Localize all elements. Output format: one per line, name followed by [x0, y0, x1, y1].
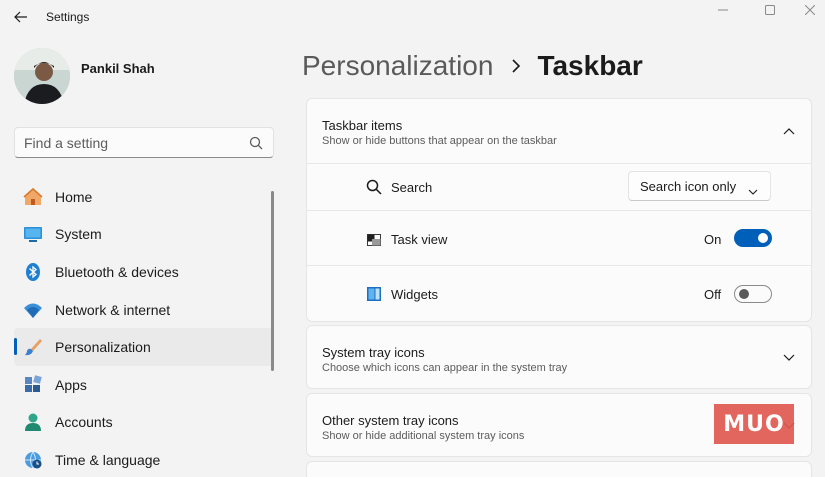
sidebar-item-home[interactable]: Home	[14, 178, 274, 216]
breadcrumb: Personalization Taskbar	[302, 46, 643, 86]
minimize-icon	[718, 9, 728, 11]
task-view-state: On	[704, 232, 722, 247]
sidebar-item-label: Home	[55, 188, 93, 205]
close-button[interactable]	[790, 0, 825, 20]
sidebar-item-label: Accounts	[55, 414, 113, 431]
search-setting-label: Search	[391, 180, 433, 195]
wifi-icon	[23, 300, 43, 320]
widgets-icon	[365, 285, 383, 303]
avatar[interactable]	[14, 48, 70, 104]
sidebar-item-bluetooth[interactable]: Bluetooth & devices	[14, 253, 274, 291]
chevron-up-icon	[783, 125, 795, 137]
task-view-icon	[365, 231, 383, 249]
sidebar-item-accounts[interactable]: Accounts	[14, 404, 274, 442]
search-icon	[365, 178, 383, 196]
divider	[307, 163, 811, 164]
sidebar-item-system[interactable]: System	[14, 216, 274, 254]
task-view-label: Task view	[391, 232, 448, 247]
section-title: Other system tray icons	[322, 413, 459, 428]
section-title: System tray icons	[322, 345, 425, 360]
search-field[interactable]	[14, 127, 274, 158]
app-title: Settings	[46, 10, 90, 24]
search-icon[interactable]	[249, 136, 263, 150]
back-arrow-icon	[14, 11, 27, 23]
widgets-state: Off	[704, 287, 722, 302]
divider	[307, 210, 811, 211]
breadcrumb-parent[interactable]: Personalization	[302, 50, 493, 82]
toggle-knob	[739, 289, 749, 299]
chevron-right-icon	[511, 59, 521, 73]
section-description: Show or hide additional system tray icon…	[322, 430, 525, 442]
muo-watermark: MUO	[714, 404, 794, 444]
section-title: Taskbar items	[322, 118, 403, 133]
sidebar-item-apps[interactable]: Apps	[14, 366, 274, 404]
user-name: Pankil Shah	[81, 61, 155, 76]
system-tray-card[interactable]: System tray icons Choose which icons can…	[306, 325, 812, 389]
globe-clock-icon	[23, 450, 43, 470]
widgets-toggle[interactable]	[734, 285, 772, 303]
bluetooth-icon	[23, 262, 43, 282]
task-view-toggle[interactable]	[734, 229, 772, 247]
taskbar-items-card: Taskbar items Show or hide buttons that …	[306, 98, 812, 322]
chevron-down-icon	[783, 352, 795, 364]
close-icon	[805, 5, 815, 15]
section-description: Show or hide buttons that appear on the …	[322, 135, 557, 147]
sidebar-item-label: Time & language	[55, 451, 161, 468]
divider	[307, 265, 811, 266]
system-icon	[23, 224, 43, 244]
watermark-text: MUO	[723, 411, 785, 437]
toggle-knob	[758, 233, 768, 243]
next-section-card[interactable]	[306, 461, 812, 477]
sidebar-item-label: Bluetooth & devices	[55, 263, 179, 280]
sidebar-item-label: Network & internet	[55, 301, 171, 318]
page-title: Taskbar	[537, 50, 643, 81]
back-button[interactable]	[10, 6, 32, 28]
title-bar: Settings	[0, 0, 825, 34]
maximize-icon	[765, 5, 775, 15]
minimize-button[interactable]	[703, 0, 743, 20]
account-icon	[23, 412, 43, 432]
section-description: Choose which icons can appear in the sys…	[322, 362, 568, 374]
sidebar-item-label: System	[55, 226, 102, 243]
brush-icon	[23, 337, 43, 357]
search-input[interactable]	[24, 128, 244, 157]
maximize-button[interactable]	[750, 0, 790, 20]
sidebar-item-label: Apps	[55, 376, 87, 393]
taskbar-items-header[interactable]: Taskbar items Show or hide buttons that …	[307, 99, 811, 163]
sidebar-nav: Home System Bluetooth & devices Network …	[14, 178, 274, 477]
avatar-photo-icon	[14, 48, 70, 104]
dropdown-value: Search icon only	[640, 179, 737, 194]
widgets-label: Widgets	[391, 287, 438, 302]
chevron-down-icon	[748, 182, 758, 195]
sidebar-scrollbar[interactable]	[271, 191, 274, 371]
search-mode-dropdown[interactable]: Search icon only	[628, 171, 771, 201]
home-icon	[23, 187, 43, 207]
sidebar-item-label: Personalization	[55, 339, 151, 356]
sidebar-item-network[interactable]: Network & internet	[14, 291, 274, 329]
apps-icon	[23, 374, 43, 395]
sidebar-item-personalization[interactable]: Personalization	[14, 328, 274, 366]
sidebar-item-time-language[interactable]: Time & language	[14, 441, 274, 477]
